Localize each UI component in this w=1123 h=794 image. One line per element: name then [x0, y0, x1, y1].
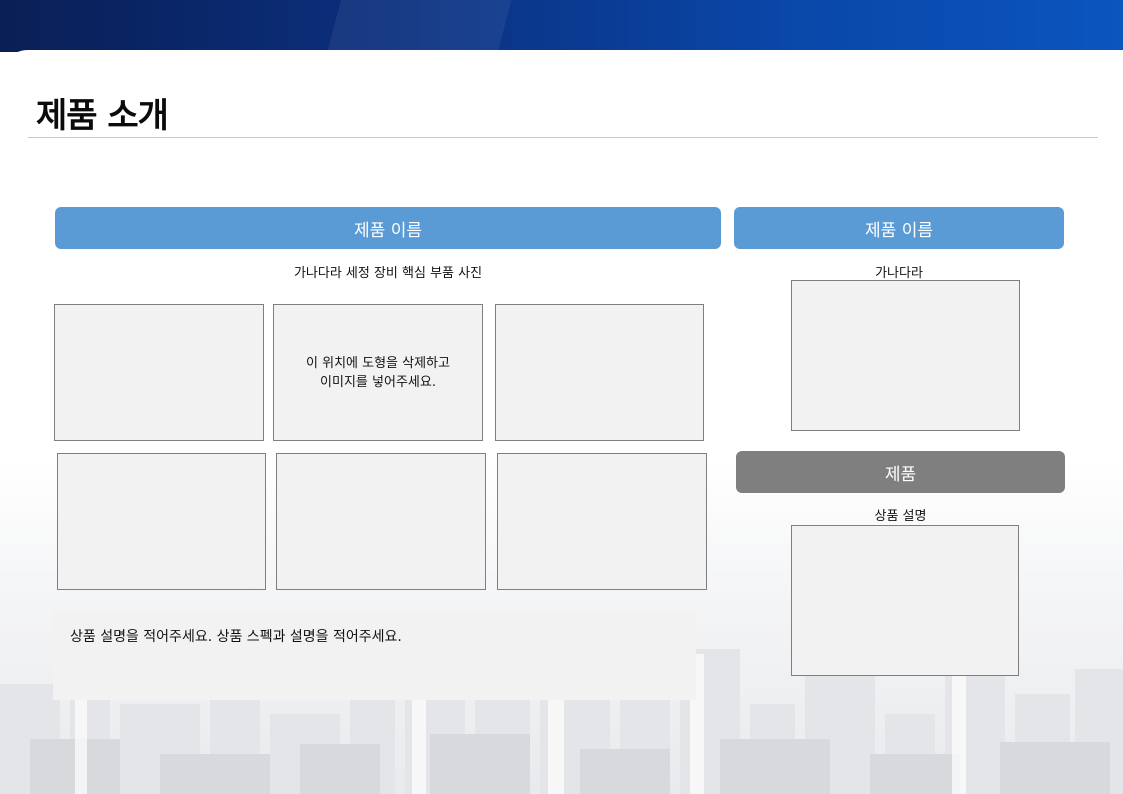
photo-placeholder-1[interactable]: [54, 304, 264, 441]
photo-placeholder-5[interactable]: [276, 453, 486, 590]
right-photo-caption: 가나다라: [875, 266, 923, 281]
top-banner-stripe: [0, 0, 1123, 52]
placeholder-instruction: 이 위치에 도형을 삭제하고 이미지를 넣어주세요.: [306, 354, 450, 392]
left-photo-caption: 가나다라 세정 장비 핵심 부품 사진: [293, 266, 483, 281]
right-photo-placeholder-1[interactable]: [791, 280, 1020, 431]
product-description-text: 상품 설명을 적어주세요. 상품 스펙과 설명을 적어주세요.: [70, 629, 402, 645]
product-description-box[interactable]: 상품 설명을 적어주세요. 상품 스펙과 설명을 적어주세요.: [53, 610, 696, 700]
photo-placeholder-3[interactable]: [495, 304, 704, 441]
left-product-name-header: 제품 이름: [55, 207, 721, 249]
right-product-name-header: 제품 이름: [734, 207, 1064, 249]
placeholder-instruction-line-2: 이미지를 넣어주세요.: [320, 374, 436, 390]
photo-placeholder-4[interactable]: [57, 453, 266, 590]
right-description-caption: 상품 설명: [874, 509, 927, 524]
right-photo-placeholder-2[interactable]: [791, 525, 1019, 676]
page-title: 제품 소개: [36, 96, 169, 136]
placeholder-instruction-line-1: 이 위치에 도형을 삭제하고: [306, 355, 450, 371]
right-product-header: 제품: [736, 451, 1065, 493]
photo-placeholder-6[interactable]: [497, 453, 707, 590]
title-divider: [28, 137, 1098, 138]
photo-placeholder-2[interactable]: 이 위치에 도형을 삭제하고 이미지를 넣어주세요.: [273, 304, 483, 441]
